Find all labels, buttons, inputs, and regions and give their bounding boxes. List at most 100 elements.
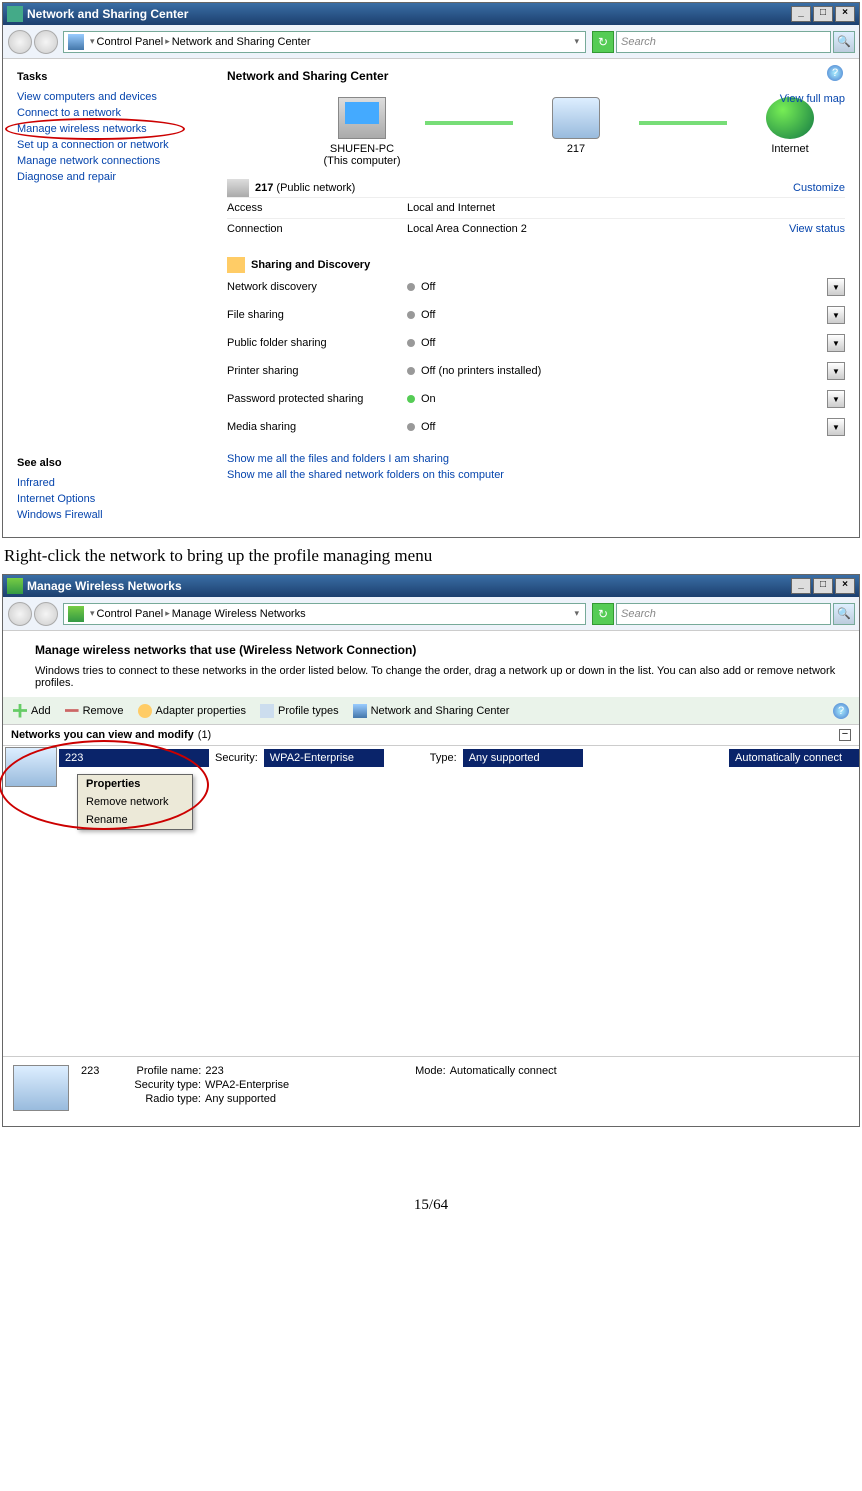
sharing-row: Media sharingOff▼	[227, 413, 845, 441]
breadcrumb-leaf[interactable]: Network and Sharing Center	[172, 36, 311, 48]
sharing-row: File sharingOff▼	[227, 301, 845, 329]
breadcrumb[interactable]: ▾ Control Panel ▸ Manage Wireless Networ…	[63, 603, 586, 625]
page-title: Network and Sharing Center	[227, 69, 845, 83]
add-button[interactable]: Add	[13, 704, 51, 718]
network-icon	[227, 179, 249, 197]
forward-button[interactable]	[34, 602, 58, 626]
customize-link[interactable]: Customize	[793, 182, 845, 194]
view-status-link[interactable]: View status	[789, 223, 845, 235]
sharing-icon	[227, 257, 245, 273]
map-node-pc: SHUFEN-PC (This computer)	[307, 97, 417, 167]
close-button[interactable]: ×	[835, 578, 855, 594]
breadcrumb[interactable]: ▾ Control Panel ▸ Network and Sharing Ce…	[63, 31, 586, 53]
expand-button[interactable]: ▼	[827, 306, 845, 324]
minimize-button[interactable]: _	[791, 578, 811, 594]
expand-button[interactable]: ▼	[827, 390, 845, 408]
access-label: Access	[227, 202, 407, 214]
context-properties[interactable]: Properties	[78, 775, 192, 793]
see-also-header: See also	[17, 457, 209, 469]
context-rename[interactable]: Rename	[78, 811, 192, 829]
status-dot-icon	[407, 367, 415, 375]
breadcrumb-root[interactable]: Control Panel	[97, 36, 164, 48]
forward-button[interactable]	[34, 30, 58, 54]
titlebar[interactable]: Manage Wireless Networks _ □ ×	[3, 575, 859, 597]
refresh-button[interactable]: ↻	[592, 603, 614, 625]
sharing-label: File sharing	[227, 309, 407, 321]
show-shared-folders-link[interactable]: Show me all the shared network folders o…	[227, 469, 845, 481]
see-also-internet-options[interactable]: Internet Options	[17, 493, 209, 505]
wifi-network-icon	[5, 747, 57, 787]
status-dot-icon	[407, 395, 415, 403]
search-button[interactable]: 🔍	[833, 31, 855, 53]
task-connect-network[interactable]: Connect to a network	[17, 107, 209, 119]
expand-button[interactable]: ▼	[827, 418, 845, 436]
maximize-button[interactable]: □	[813, 578, 833, 594]
map-node-gateway: 217	[521, 97, 631, 155]
remove-button[interactable]: Remove	[65, 704, 124, 718]
network-sharing-center-window: Network and Sharing Center _ □ × ▾ Contr…	[2, 2, 860, 538]
close-button[interactable]: ×	[835, 6, 855, 22]
list-header[interactable]: Networks you can view and modify (1) −	[3, 725, 859, 746]
sharing-row: Network discovery Off▼	[227, 273, 845, 301]
task-manage-connections[interactable]: Manage network connections	[17, 155, 209, 167]
sharing-value: Off	[421, 281, 827, 293]
app-icon	[7, 578, 23, 594]
connection-label: Connection	[227, 223, 407, 235]
breadcrumb-icon	[68, 34, 84, 50]
help-icon[interactable]: ?	[827, 65, 843, 81]
profile-icon	[260, 704, 274, 718]
expand-button[interactable]: ▼	[827, 278, 845, 296]
search-input[interactable]: Search	[616, 31, 831, 53]
adapter-properties-button[interactable]: Adapter properties	[138, 704, 247, 718]
breadcrumb-leaf[interactable]: Manage Wireless Networks	[172, 608, 306, 620]
sharing-value: Off	[421, 421, 827, 433]
network-row[interactable]: 223 Security: WPA2-Enterprise Type: Any …	[3, 746, 859, 770]
back-button[interactable]	[8, 602, 32, 626]
minimize-button[interactable]: _	[791, 6, 811, 22]
window-title: Network and Sharing Center	[27, 7, 188, 21]
search-input[interactable]: Search	[616, 603, 831, 625]
back-button[interactable]	[8, 30, 32, 54]
tasks-header: Tasks	[17, 71, 209, 83]
task-view-computers[interactable]: View computers and devices	[17, 91, 209, 103]
task-setup-connection[interactable]: Set up a connection or network	[17, 139, 209, 151]
task-manage-wireless[interactable]: Manage wireless networks	[17, 123, 209, 135]
see-also-firewall[interactable]: Windows Firewall	[17, 509, 209, 521]
window-title: Manage Wireless Networks	[27, 579, 182, 593]
context-menu: Properties Remove network Rename	[77, 774, 193, 830]
context-remove-network[interactable]: Remove network	[78, 793, 192, 811]
nav-toolbar: ▾ Control Panel ▸ Manage Wireless Networ…	[3, 597, 859, 631]
map-node-internet: Internet	[735, 97, 845, 155]
type-value: Any supported	[463, 749, 583, 767]
command-toolbar: Add Remove Adapter properties Profile ty…	[3, 697, 859, 725]
search-button[interactable]: 🔍	[833, 603, 855, 625]
app-icon	[7, 6, 23, 22]
sharing-label: Network discovery	[227, 281, 407, 293]
expand-button[interactable]: ▼	[827, 362, 845, 380]
refresh-button[interactable]: ↻	[592, 31, 614, 53]
sharing-row: Printer sharingOff (no printers installe…	[227, 357, 845, 385]
show-shared-files-link[interactable]: Show me all the files and folders I am s…	[227, 453, 845, 465]
view-full-map-link[interactable]: View full map	[780, 93, 845, 105]
help-icon[interactable]: ?	[833, 703, 849, 719]
see-also-infrared[interactable]: Infrared	[17, 477, 209, 489]
security-value: WPA2-Enterprise	[264, 749, 384, 767]
expand-button[interactable]: ▼	[827, 334, 845, 352]
profile-types-button[interactable]: Profile types	[260, 704, 339, 718]
network-map: View full map SHUFEN-PC (This computer) …	[227, 97, 845, 167]
network-section-header: 217 (Public network) Customize	[227, 179, 845, 197]
sidebar: Tasks View computers and devices Connect…	[3, 59, 223, 537]
network-center-button[interactable]: Network and Sharing Center	[353, 704, 510, 718]
collapse-button[interactable]: −	[839, 729, 851, 741]
auto-connect-value: Automatically connect	[729, 749, 859, 767]
nav-toolbar: ▾ Control Panel ▸ Network and Sharing Ce…	[3, 25, 859, 59]
sharing-header: Sharing and Discovery	[227, 257, 845, 273]
titlebar[interactable]: Network and Sharing Center _ □ ×	[3, 3, 859, 25]
task-diagnose-repair[interactable]: Diagnose and repair	[17, 171, 209, 183]
main-panel: Network and Sharing Center View full map…	[223, 59, 859, 537]
status-dot-icon	[407, 311, 415, 319]
center-icon	[353, 704, 367, 718]
breadcrumb-root[interactable]: Control Panel	[97, 608, 164, 620]
maximize-button[interactable]: □	[813, 6, 833, 22]
instruction-caption: Right-click the network to bring up the …	[4, 546, 858, 566]
